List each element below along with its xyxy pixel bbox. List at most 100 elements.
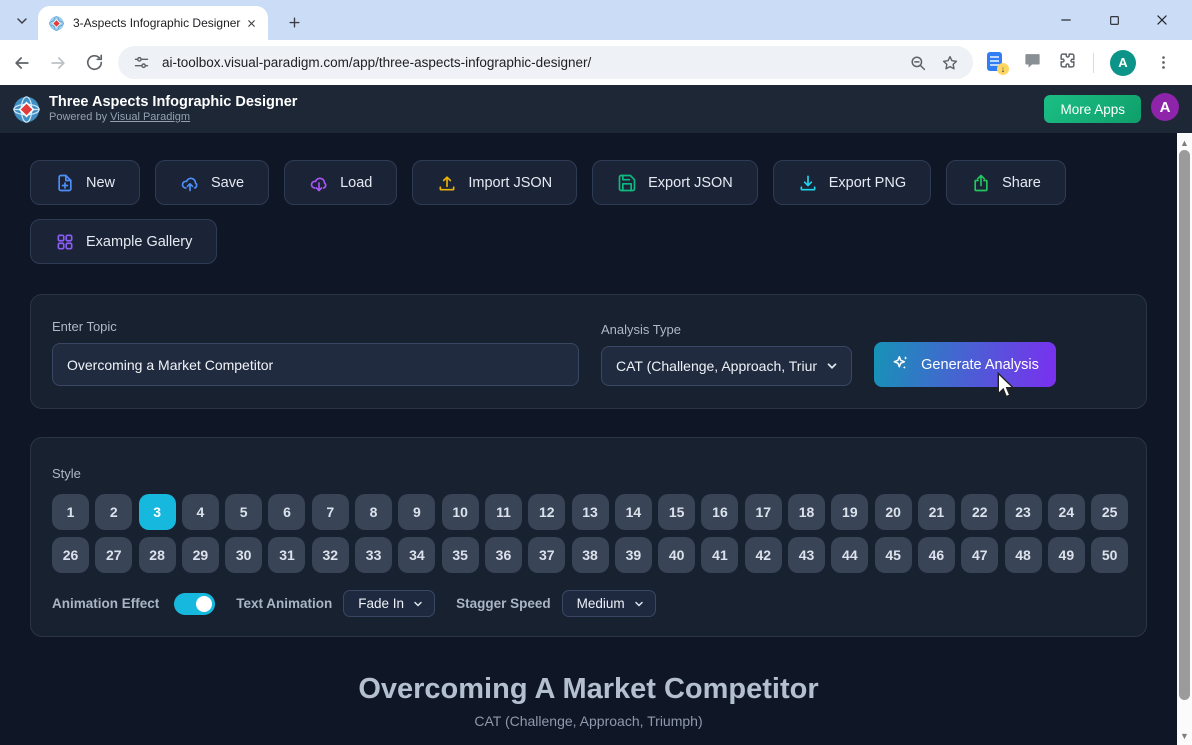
new-button[interactable]: New [30,160,140,205]
site-settings-icon[interactable] [130,52,152,74]
visual-paradigm-link[interactable]: Visual Paradigm [110,111,190,123]
example-gallery-button[interactable]: Example Gallery [30,219,217,264]
forward-icon[interactable] [44,49,72,77]
reload-icon[interactable] [80,49,108,77]
style-option-50[interactable]: 50 [1091,537,1128,573]
style-option-25[interactable]: 25 [1091,494,1128,530]
chevron-down-icon [825,359,839,373]
style-option-37[interactable]: 37 [528,537,565,573]
page-scrollbar[interactable]: ▲ ▼ [1177,133,1192,745]
chevron-down-icon [633,598,645,610]
style-option-29[interactable]: 29 [182,537,219,573]
style-option-46[interactable]: 46 [918,537,955,573]
load-button[interactable]: Load [284,160,397,205]
new-tab-button[interactable] [281,9,307,35]
style-option-10[interactable]: 10 [442,494,479,530]
style-option-6[interactable]: 6 [268,494,305,530]
text-animation-select[interactable]: Fade In [343,590,435,617]
browser-profile-avatar[interactable]: A [1110,50,1136,76]
style-option-42[interactable]: 42 [745,537,782,573]
back-icon[interactable] [8,49,36,77]
style-option-47[interactable]: 47 [961,537,998,573]
style-option-2[interactable]: 2 [95,494,132,530]
minimize-button[interactable] [1056,10,1076,30]
scroll-up-icon[interactable]: ▲ [1177,135,1192,150]
style-option-1[interactable]: 1 [52,494,89,530]
style-option-5[interactable]: 5 [225,494,262,530]
export-json-button[interactable]: Export JSON [592,160,758,205]
style-option-28[interactable]: 28 [139,537,176,573]
browser-tab[interactable]: 3-Aspects Infographic Designer [38,6,268,40]
style-option-26[interactable]: 26 [52,537,89,573]
style-option-13[interactable]: 13 [572,494,609,530]
style-option-34[interactable]: 34 [398,537,435,573]
cloud-upload-icon [180,173,200,193]
tab-close-icon[interactable] [242,14,260,32]
style-option-40[interactable]: 40 [658,537,695,573]
style-option-35[interactable]: 35 [442,537,479,573]
browser-navbar: ai-toolbox.visual-paradigm.com/app/three… [0,40,1192,85]
style-option-44[interactable]: 44 [831,537,868,573]
style-option-20[interactable]: 20 [875,494,912,530]
style-option-27[interactable]: 27 [95,537,132,573]
style-option-3[interactable]: 3 [139,494,176,530]
style-option-41[interactable]: 41 [701,537,738,573]
share-button[interactable]: Share [946,160,1066,205]
reader-extension-icon[interactable]: ↓ [987,52,1007,74]
style-option-21[interactable]: 21 [918,494,955,530]
maximize-button[interactable] [1104,10,1124,30]
scroll-down-icon[interactable]: ▼ [1177,728,1192,743]
style-option-48[interactable]: 48 [1005,537,1042,573]
style-option-16[interactable]: 16 [701,494,738,530]
stagger-speed-select[interactable]: Medium [562,590,656,617]
extensions-puzzle-icon[interactable] [1058,51,1077,75]
page-content: New Save Load Import JSON Export JSON Export … [0,133,1177,745]
style-option-49[interactable]: 49 [1048,537,1085,573]
address-bar[interactable]: ai-toolbox.visual-paradigm.com/app/three… [118,46,973,79]
animation-effect-toggle[interactable] [174,593,215,615]
style-option-39[interactable]: 39 [615,537,652,573]
close-button[interactable] [1152,10,1172,30]
style-option-32[interactable]: 32 [312,537,349,573]
style-option-4[interactable]: 4 [182,494,219,530]
export-png-button[interactable]: Export PNG [773,160,931,205]
more-apps-button[interactable]: More Apps [1044,95,1141,123]
style-option-43[interactable]: 43 [788,537,825,573]
app-user-avatar[interactable]: A [1151,93,1179,121]
save-button[interactable]: Save [155,160,269,205]
style-option-12[interactable]: 12 [528,494,565,530]
style-option-24[interactable]: 24 [1048,494,1085,530]
style-option-38[interactable]: 38 [572,537,609,573]
animation-effect-label: Animation Effect [52,596,159,611]
tab-search-button[interactable] [8,7,36,34]
upload-icon [437,173,457,193]
style-option-15[interactable]: 15 [658,494,695,530]
style-option-8[interactable]: 8 [355,494,392,530]
import-json-button[interactable]: Import JSON [412,160,577,205]
style-option-31[interactable]: 31 [268,537,305,573]
generate-analysis-button[interactable]: Generate Analysis [874,342,1056,387]
style-option-17[interactable]: 17 [745,494,782,530]
style-option-11[interactable]: 11 [485,494,522,530]
scrollbar-thumb[interactable] [1179,150,1190,700]
style-option-19[interactable]: 19 [831,494,868,530]
url-text[interactable]: ai-toolbox.visual-paradigm.com/app/three… [162,55,897,70]
button-label: Save [211,175,244,191]
style-option-23[interactable]: 23 [1005,494,1042,530]
zoom-out-icon[interactable] [907,52,929,74]
style-option-7[interactable]: 7 [312,494,349,530]
style-option-30[interactable]: 30 [225,537,262,573]
comment-extension-icon[interactable] [1023,51,1042,75]
style-option-22[interactable]: 22 [961,494,998,530]
style-option-9[interactable]: 9 [398,494,435,530]
preview-title: Overcoming A Market Competitor [0,673,1177,706]
style-option-33[interactable]: 33 [355,537,392,573]
bookmark-star-icon[interactable] [939,52,961,74]
style-option-36[interactable]: 36 [485,537,522,573]
topic-input[interactable]: Overcoming a Market Competitor [52,343,579,386]
analysis-type-select[interactable]: CAT (Challenge, Approach, Triump [601,346,852,386]
style-option-45[interactable]: 45 [875,537,912,573]
browser-menu-icon[interactable] [1152,52,1174,74]
style-option-14[interactable]: 14 [615,494,652,530]
style-option-18[interactable]: 18 [788,494,825,530]
